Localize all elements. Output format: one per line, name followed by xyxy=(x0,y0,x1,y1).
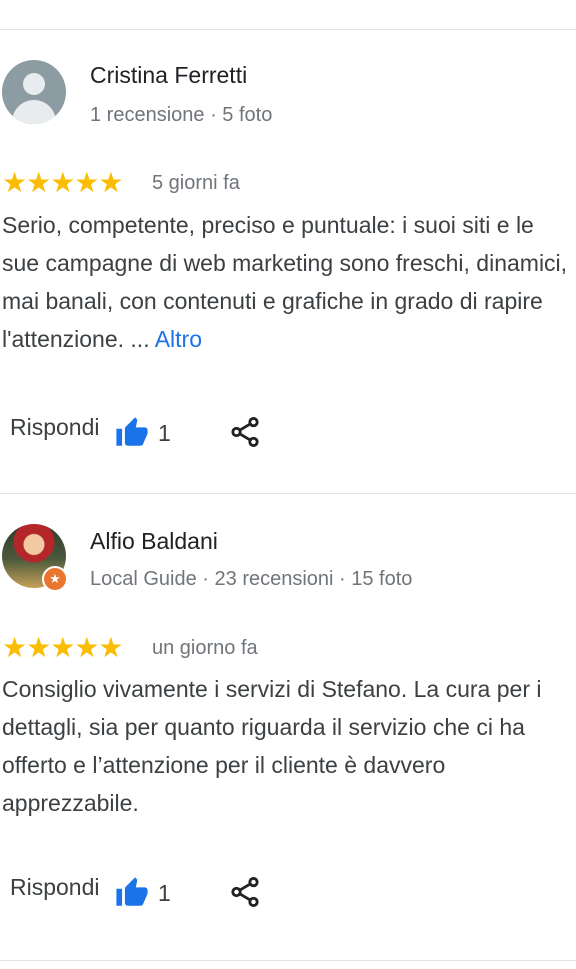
like-count: 1 xyxy=(158,420,171,446)
top-divider xyxy=(0,29,576,30)
like-count: 1 xyxy=(158,880,171,906)
person-icon-head xyxy=(23,73,45,95)
reviewer-name[interactable]: Alfio Baldani xyxy=(90,528,218,555)
review-date: un giorno fa xyxy=(152,637,258,659)
review-date: 5 giorni fa xyxy=(152,172,240,194)
local-guide-badge-icon: ★ xyxy=(42,566,68,592)
review-actions: Rispondi 1 xyxy=(0,874,576,914)
reply-button[interactable]: Rispondi xyxy=(10,414,100,441)
review-text-content: Serio, competente, preciso e puntuale: i… xyxy=(2,212,568,352)
star-rating: ★★★★★ xyxy=(2,167,124,198)
bottom-divider xyxy=(0,960,576,961)
review-divider xyxy=(0,493,576,494)
reviewer-name[interactable]: Cristina Ferretti xyxy=(90,62,247,89)
share-icon[interactable] xyxy=(228,874,262,910)
review-text: Serio, competente, preciso e puntuale: i… xyxy=(2,206,572,358)
person-icon-body xyxy=(12,100,56,124)
reviewer-meta: 1 recensione · 5 foto xyxy=(90,104,273,126)
reviewer-meta: Local Guide · 23 recensioni · 15 foto xyxy=(90,568,413,590)
review-actions: Rispondi 1 xyxy=(0,414,576,454)
reply-button[interactable]: Rispondi xyxy=(10,874,100,901)
thumb-up-icon[interactable] xyxy=(114,416,150,450)
review-text: Consiglio vivamente i servizi di Stefano… xyxy=(2,676,542,816)
share-icon[interactable] xyxy=(228,414,262,450)
avatar[interactable] xyxy=(2,60,66,124)
star-rating: ★★★★★ xyxy=(2,632,124,663)
more-link[interactable]: Altro xyxy=(155,326,202,352)
thumb-up-icon[interactable] xyxy=(114,876,150,910)
